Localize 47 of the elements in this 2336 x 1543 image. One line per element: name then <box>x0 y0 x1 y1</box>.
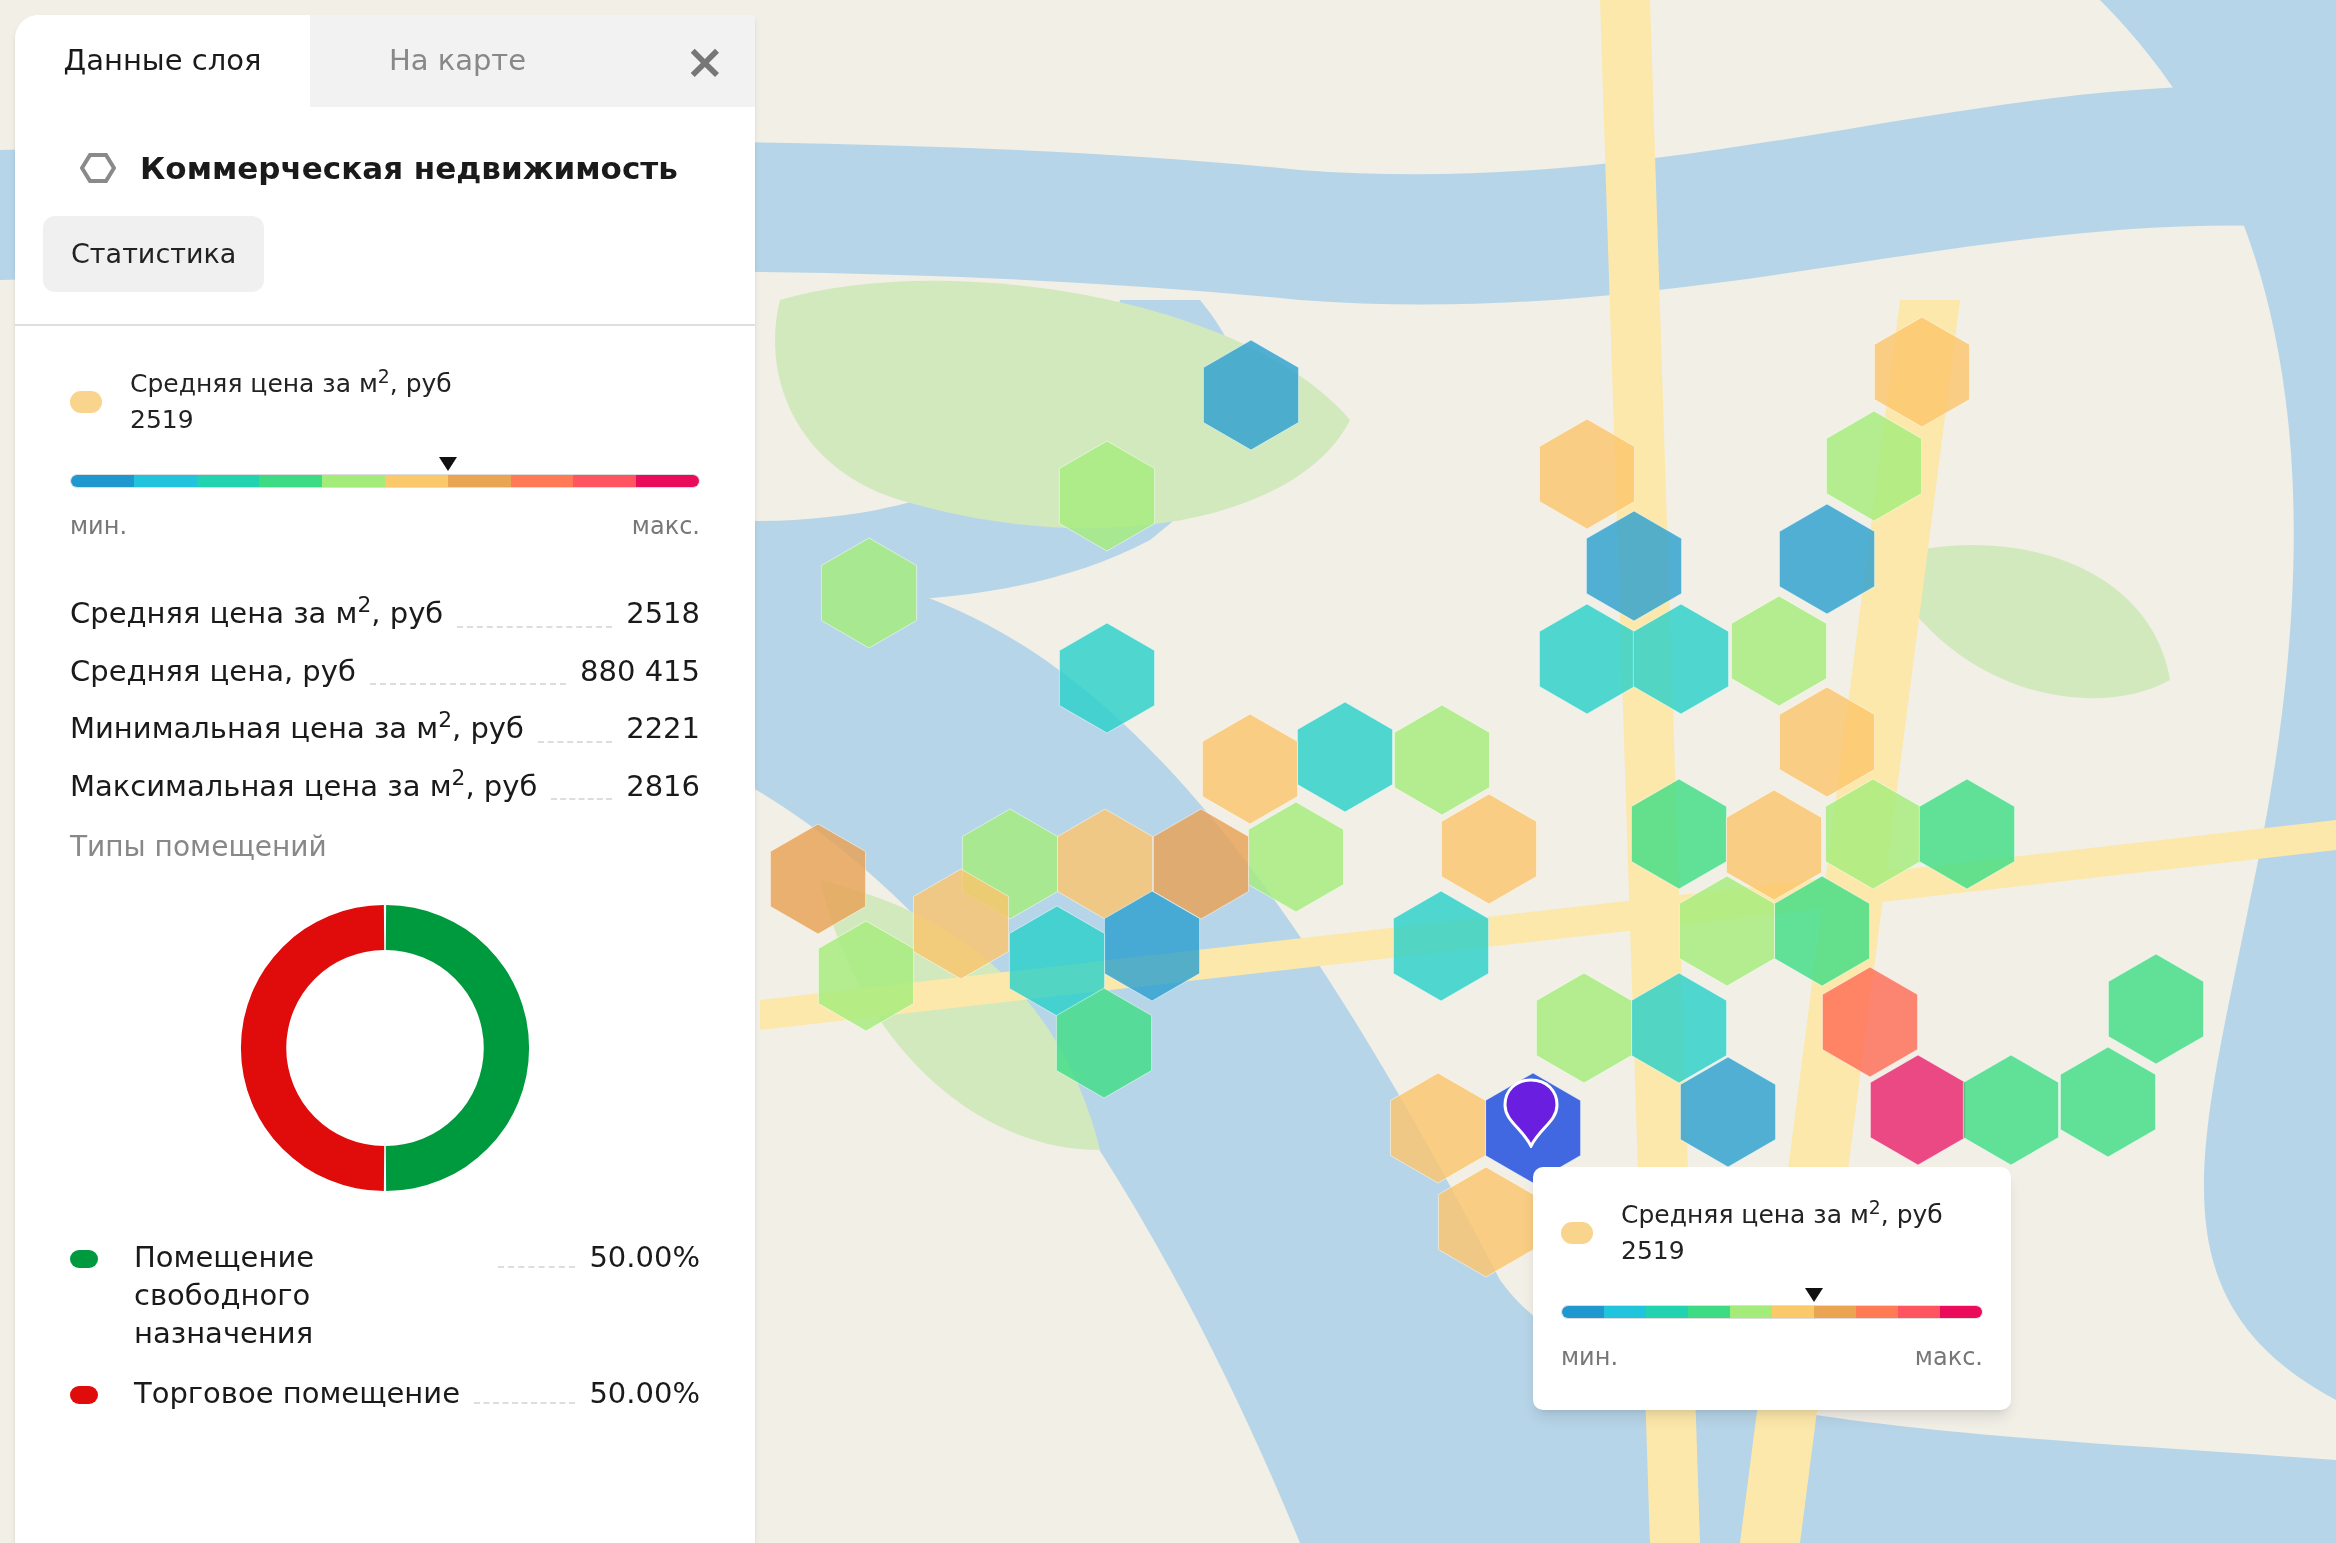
tab[interactable]: Данные слоя <box>15 15 310 107</box>
legend-value: 50.00% <box>589 1239 700 1276</box>
stat-label: Средняя цена за м$^{2}$, руб <box>70 592 444 632</box>
scale-segment <box>1772 1306 1814 1318</box>
stat-value: 2518 <box>626 595 700 632</box>
legend-value: 50.00% <box>589 1375 700 1412</box>
scale-segment <box>385 475 448 487</box>
legend-label: Средняя цена за м$^{2}$, руб <box>1621 1197 1943 1231</box>
scale-segment <box>133 475 197 487</box>
scale-segment <box>1898 1306 1940 1318</box>
stat-value: 2221 <box>626 710 700 747</box>
min-label: мин. <box>1561 1342 1619 1373</box>
stat-value: 2816 <box>626 767 700 805</box>
stat-value: 880 415 <box>580 652 700 690</box>
legend-label: Торговое помещение <box>134 1375 460 1412</box>
legend-value: 2519 <box>130 404 195 436</box>
scale-segment <box>573 475 637 487</box>
close-button[interactable]: × <box>684 15 755 107</box>
scale-segment <box>1688 1306 1730 1318</box>
scale-segment <box>1646 1306 1688 1318</box>
max-label: макс. <box>1914 1342 1983 1373</box>
legend-label: Средняя цена за м$^{2}$, руб <box>130 366 452 400</box>
max-label: макс. <box>631 511 700 542</box>
stat-label: Средняя цена, руб <box>70 652 356 690</box>
scale-segment <box>1940 1306 1982 1318</box>
hexagon-icon <box>80 152 116 185</box>
scale-segment <box>1856 1306 1898 1318</box>
section-heading: Типы помещений <box>69 829 328 865</box>
stat-label: Минимальная цена за м$^{2}$, руб <box>70 707 524 747</box>
min-label: мин. <box>70 511 128 542</box>
scale-segment <box>447 475 511 487</box>
scale-segment <box>259 475 323 487</box>
scale-segment <box>1730 1306 1772 1318</box>
scale-segment <box>636 475 699 487</box>
scale-segment <box>1604 1306 1646 1318</box>
scale-segment <box>1814 1306 1856 1318</box>
location-pin-icon <box>1502 1078 1560 1148</box>
scale-segment <box>71 475 134 487</box>
scale-segment <box>322 475 385 487</box>
legend-label: Помещение свободного назначения <box>134 1239 316 1352</box>
stat-label: Максимальная цена за м$^{2}$, руб <box>70 764 538 805</box>
statistics-button[interactable]: Статистика <box>43 215 265 292</box>
scale-segment <box>510 475 574 487</box>
scale-segment <box>196 475 260 487</box>
layer-title: Коммерческая недвижимость <box>140 149 678 188</box>
scale-segment <box>1562 1306 1604 1318</box>
legend-value: 2519 <box>1621 1235 1686 1267</box>
